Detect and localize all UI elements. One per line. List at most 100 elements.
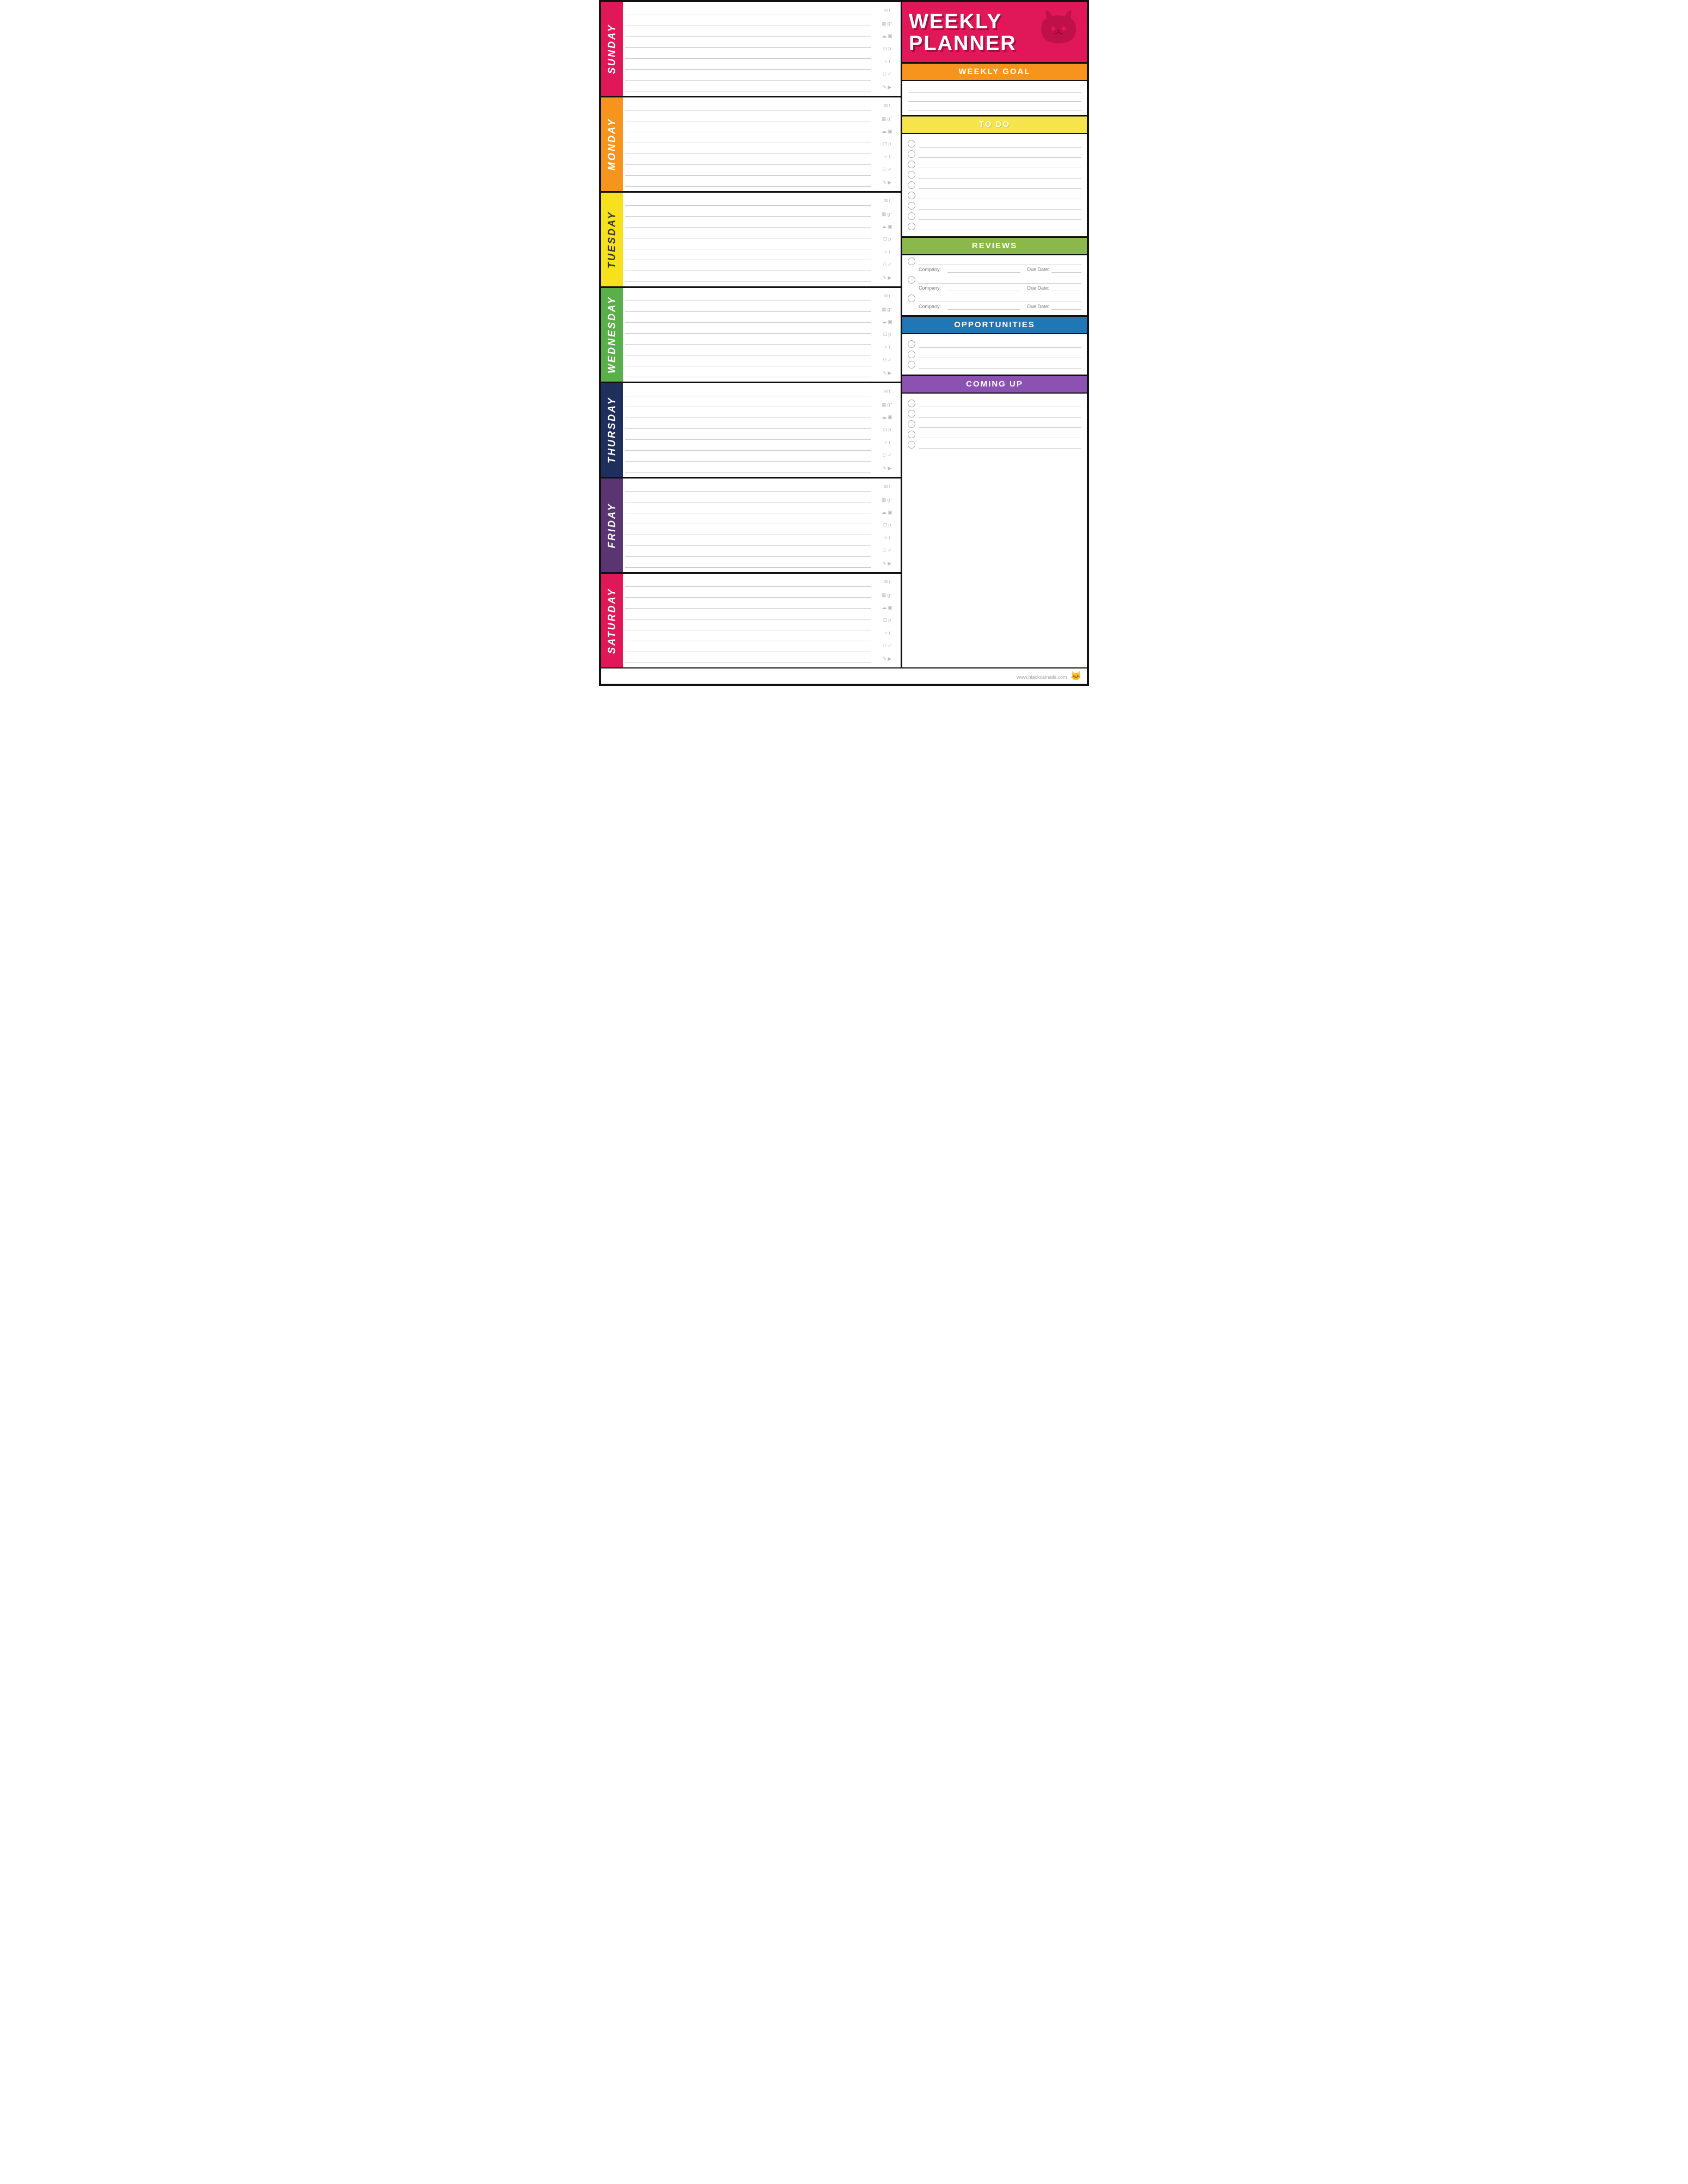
cloud-icon: ☁ bbox=[882, 605, 886, 610]
day-block-sunday: SUNDAY ✉f ▦g⁺ ☁▣ ⊡p ✧t ⚇✓ ✎▶ bbox=[601, 2, 901, 97]
day-content-sunday bbox=[623, 2, 873, 96]
day-label-thursday: THURSDAY bbox=[601, 383, 623, 477]
day-line bbox=[625, 241, 871, 249]
twitter-icon: ✓ bbox=[888, 262, 892, 267]
day-line bbox=[625, 61, 871, 70]
icon-pair: ☁▣ bbox=[882, 129, 892, 134]
twitter-icon: ✓ bbox=[888, 72, 892, 77]
day-line bbox=[625, 28, 871, 37]
day-content-friday bbox=[623, 478, 873, 572]
todo-item-line bbox=[919, 161, 1081, 168]
icon-pair: ⊡p bbox=[883, 523, 891, 527]
twitter-icon: ✓ bbox=[888, 643, 892, 648]
edit-icon: ✎ bbox=[883, 85, 887, 90]
chart-icon: ▦ bbox=[882, 307, 886, 312]
coming-up-header: COMING UP bbox=[902, 376, 1087, 394]
icon-pair: ☁▣ bbox=[882, 605, 892, 610]
instagram-icon: ▣ bbox=[888, 415, 892, 420]
checkbox-circle bbox=[908, 257, 915, 265]
trash-icon: ⊡ bbox=[883, 46, 888, 51]
gplus-icon: g⁺ bbox=[887, 116, 892, 121]
star-icon: ✧ bbox=[884, 345, 888, 350]
review-line bbox=[918, 257, 1081, 265]
header-title: WEEKLY PLANNER bbox=[909, 11, 1017, 55]
day-line bbox=[625, 39, 871, 48]
review-meta: Company: Due Date: bbox=[908, 303, 1081, 310]
company-label: Company: bbox=[919, 304, 941, 309]
due-date-label: Due Date: bbox=[1027, 267, 1049, 272]
day-label-saturday: SATURDAY bbox=[601, 574, 623, 667]
gplus-icon: g⁺ bbox=[887, 307, 892, 312]
tumblr-icon: t bbox=[889, 631, 891, 636]
pinterest-icon: p bbox=[888, 427, 891, 432]
edit-icon: ✎ bbox=[883, 275, 887, 280]
icon-pair: ▦g⁺ bbox=[882, 116, 892, 121]
day-line bbox=[625, 7, 871, 15]
trash-icon: ⊡ bbox=[883, 142, 888, 146]
review-item: Company: Due Date: bbox=[908, 257, 1081, 273]
instagram-icon: ▣ bbox=[888, 320, 892, 324]
star-icon: ✧ bbox=[884, 536, 888, 541]
reviews-header: REVIEWS bbox=[902, 238, 1087, 255]
day-content-thursday bbox=[623, 383, 873, 477]
trash-icon: ⊡ bbox=[883, 332, 888, 337]
day-line bbox=[625, 516, 871, 524]
day-icons-friday: ✉f ▦g⁺ ☁▣ ⊡p ✧t ⚇✓ ✎▶ bbox=[873, 478, 901, 572]
icon-pair: ✧t bbox=[884, 59, 890, 64]
cloud-icon: ☁ bbox=[882, 34, 886, 39]
icon-pair: ✉f bbox=[884, 199, 890, 204]
goal-line bbox=[908, 85, 1081, 93]
icon-pair: ⚇✓ bbox=[882, 643, 892, 648]
day-line bbox=[625, 483, 871, 492]
day-line bbox=[625, 83, 871, 91]
todo-label: TO DO bbox=[979, 120, 1010, 129]
gplus-icon: g⁺ bbox=[887, 593, 892, 598]
weekly-goal-header: WEEKLY GOAL bbox=[902, 64, 1087, 81]
cloud-icon: ☁ bbox=[882, 129, 886, 134]
todo-item bbox=[908, 192, 1081, 199]
day-line bbox=[625, 358, 871, 366]
link-icon: ⚇ bbox=[882, 643, 886, 648]
facebook-icon: f bbox=[889, 103, 891, 108]
due-date-group: Due Date: bbox=[1027, 266, 1081, 273]
coming-up-items bbox=[902, 394, 1087, 667]
company-label: Company: bbox=[919, 267, 941, 272]
facebook-icon: f bbox=[889, 8, 891, 13]
day-line bbox=[625, 262, 871, 271]
icon-pair: ⚇✓ bbox=[882, 548, 892, 553]
day-block-friday: FRIDAY ✉f ▦g⁺ ☁▣ ⊡p ✧t ⚇✓ ✎▶ bbox=[601, 478, 901, 574]
reviews-section: REVIEWS Company: Due Date: bbox=[902, 238, 1087, 317]
day-line bbox=[625, 431, 871, 440]
checkbox-circle bbox=[908, 223, 915, 230]
icon-pair: ✧t bbox=[884, 440, 890, 445]
day-line bbox=[625, 643, 871, 652]
email-icon: ✉ bbox=[884, 580, 888, 585]
youtube-icon: ▶ bbox=[888, 657, 891, 661]
icon-pair: ✉f bbox=[884, 8, 890, 13]
opportunity-item bbox=[908, 361, 1081, 369]
due-date-value-line bbox=[1051, 303, 1081, 310]
coming-up-item bbox=[908, 420, 1081, 428]
gplus-icon: g⁺ bbox=[887, 498, 892, 502]
icon-pair: ⚇✓ bbox=[882, 167, 892, 172]
day-line bbox=[625, 633, 871, 641]
icon-pair: ✎▶ bbox=[883, 85, 891, 90]
email-icon: ✉ bbox=[884, 103, 888, 108]
day-label-monday: MONDAY bbox=[601, 97, 623, 191]
day-line bbox=[625, 251, 871, 260]
review-line bbox=[918, 276, 1081, 284]
icon-pair: ✧t bbox=[884, 536, 890, 541]
day-label-friday: FRIDAY bbox=[601, 478, 623, 572]
day-icons-wednesday: ✉f ▦g⁺ ☁▣ ⊡p ✧t ⚇✓ ✎▶ bbox=[873, 288, 901, 382]
chart-icon: ▦ bbox=[882, 212, 886, 217]
day-line bbox=[625, 230, 871, 238]
cloud-icon: ☁ bbox=[882, 224, 886, 229]
due-date-label: Due Date: bbox=[1027, 285, 1049, 291]
todo-item bbox=[908, 181, 1081, 189]
icon-pair: ⚇✓ bbox=[882, 358, 892, 363]
email-icon: ✉ bbox=[884, 389, 888, 394]
edit-icon: ✎ bbox=[883, 657, 887, 661]
tumblr-icon: t bbox=[889, 440, 891, 445]
trash-icon: ⊡ bbox=[883, 523, 888, 527]
day-line bbox=[625, 273, 871, 282]
